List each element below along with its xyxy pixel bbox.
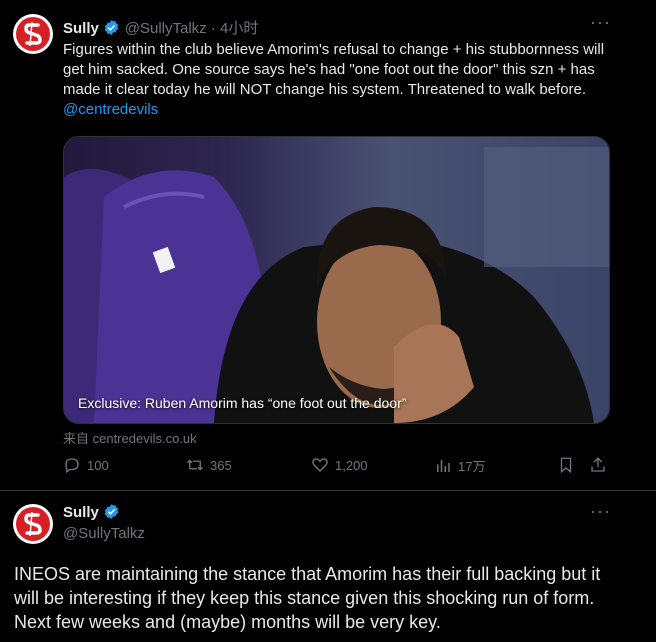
- verified-badge-icon: [105, 504, 119, 519]
- action-bar: 100 365 1,200 17万: [63, 456, 608, 478]
- tweet1-header: Sully @SullyTalkz · 4小时: [63, 17, 258, 38]
- like-count: 1,200: [335, 457, 368, 473]
- tweet-divider: [0, 490, 656, 491]
- bookmark-button[interactable]: [557, 456, 575, 474]
- tweet2-text: INEOS are maintaining the stance that Am…: [14, 564, 601, 632]
- repost-button[interactable]: 365: [186, 456, 232, 474]
- tweet1-body: Figures within the club believe Amorim's…: [63, 41, 605, 98]
- bookmark-icon: [560, 457, 572, 474]
- view-count: 17万: [458, 459, 486, 474]
- display-name[interactable]: Sully: [63, 20, 99, 37]
- media-image: [64, 137, 609, 423]
- avatar[interactable]: [13, 504, 53, 544]
- timestamp[interactable]: · 4小时: [207, 20, 259, 37]
- views-button[interactable]: 17万: [434, 456, 485, 475]
- verified-badge-icon: [105, 20, 119, 35]
- like-icon: [312, 458, 328, 472]
- handle[interactable]: @SullyTalkz: [125, 20, 207, 37]
- views-icon: [437, 459, 450, 472]
- tweet1-text: Figures within the club believe Amorim's…: [63, 40, 611, 120]
- repost-icon: [187, 459, 203, 471]
- repost-count: 365: [210, 457, 232, 473]
- avatar[interactable]: [13, 14, 53, 54]
- handle[interactable]: @SullyTalkz: [63, 525, 145, 542]
- reply-count: 100: [87, 457, 109, 473]
- avatar-logo: [24, 511, 42, 537]
- reply-button[interactable]: 100: [63, 456, 109, 474]
- link-source[interactable]: 来自 centredevils.co.uk: [63, 428, 197, 447]
- reply-icon: [65, 458, 79, 474]
- mention-link[interactable]: @centredevils: [63, 101, 158, 118]
- media-caption: Exclusive: Ruben Amorim has “one foot ou…: [78, 395, 407, 411]
- share-button[interactable]: [589, 456, 607, 474]
- media-card[interactable]: Exclusive: Ruben Amorim has “one foot ou…: [63, 136, 610, 424]
- like-button[interactable]: 1,200: [311, 456, 368, 474]
- avatar-logo: [24, 21, 42, 47]
- display-name[interactable]: Sully: [63, 504, 99, 521]
- more-icon[interactable]: ···: [590, 501, 611, 522]
- tweet2-header: Sully: [63, 503, 120, 522]
- more-icon[interactable]: ···: [590, 12, 611, 33]
- share-icon: [591, 457, 605, 472]
